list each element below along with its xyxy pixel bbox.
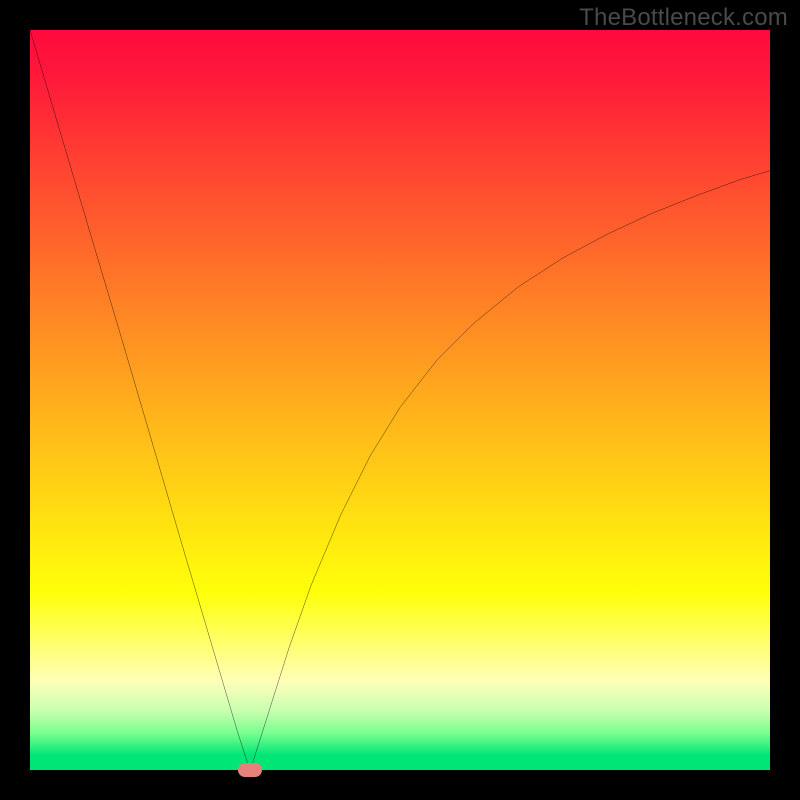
plot-area [30,30,770,770]
bottleneck-curve-path [30,30,770,770]
watermark-text: TheBottleneck.com [579,4,788,32]
optimal-marker [238,763,262,777]
chart-frame: TheBottleneck.com [0,0,800,800]
curve-svg [30,30,770,770]
